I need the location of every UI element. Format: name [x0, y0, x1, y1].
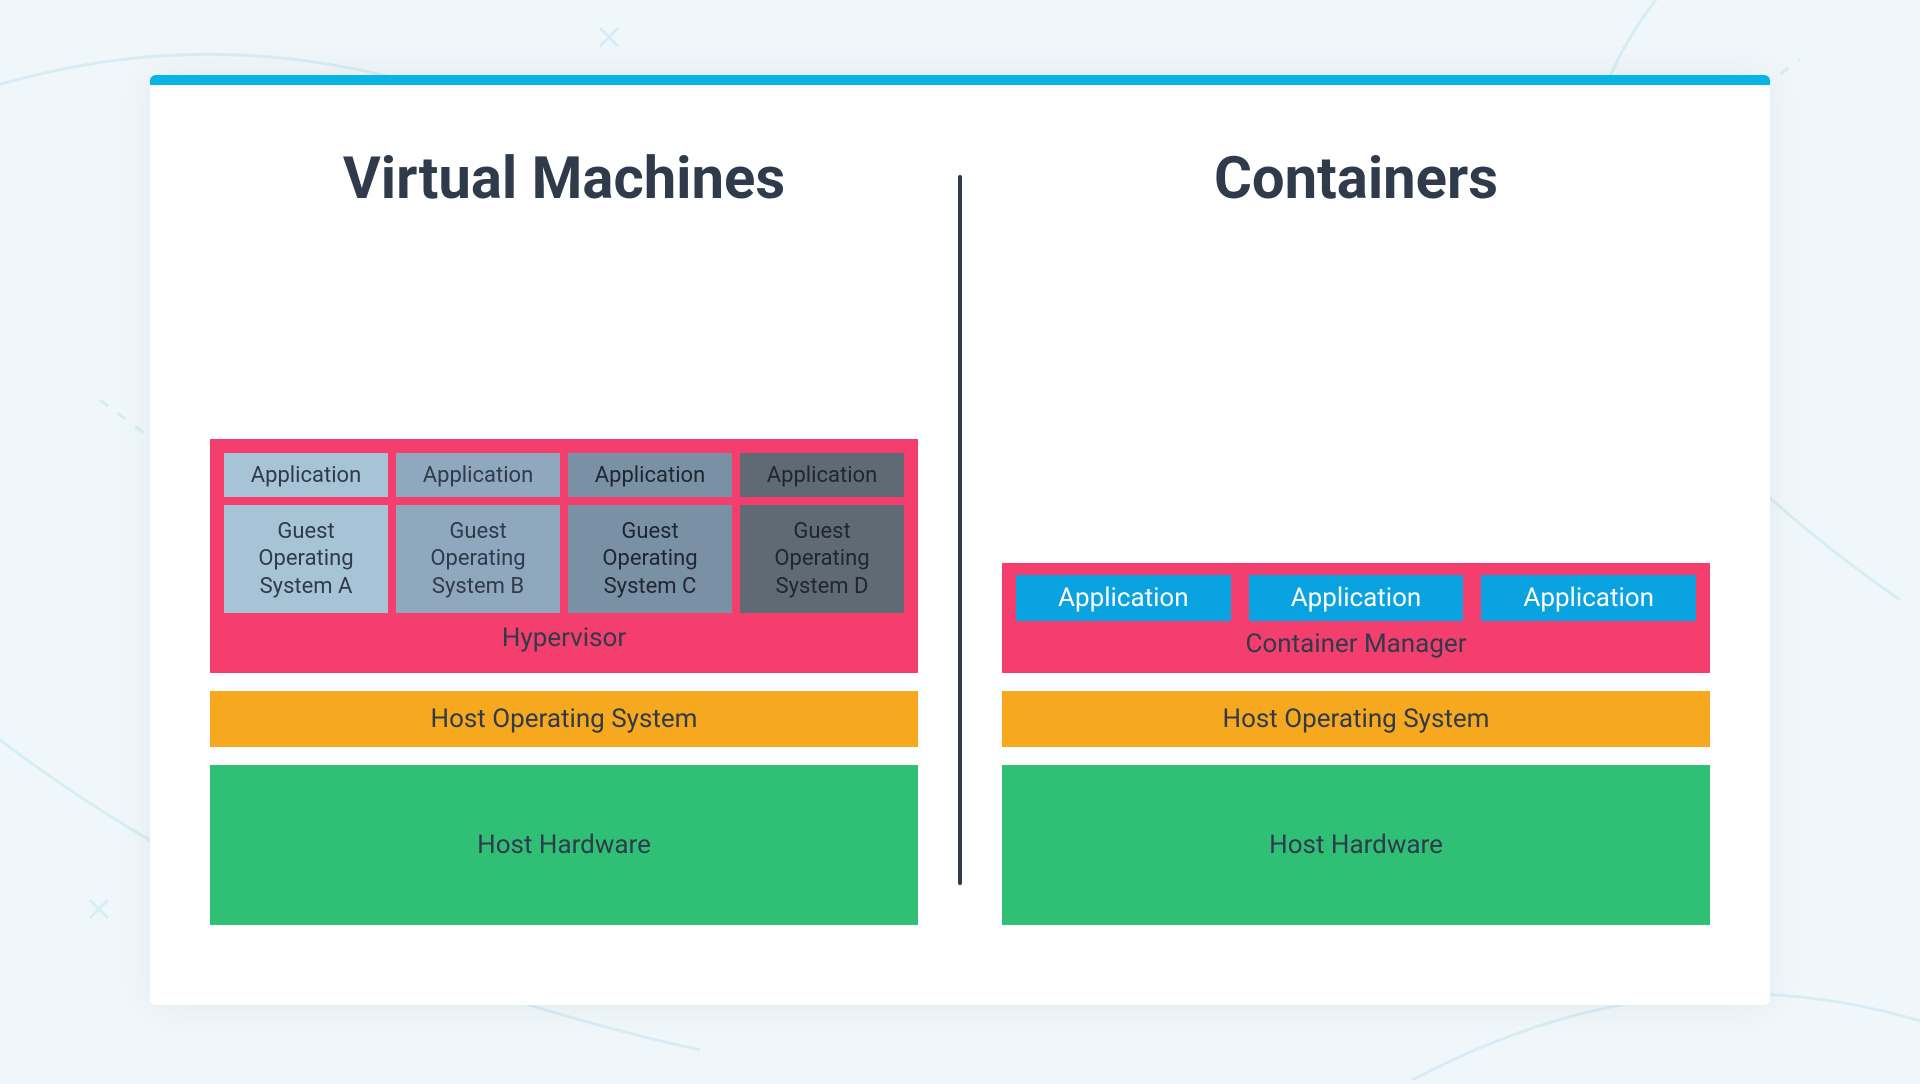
vm-os-b: Guest Operating System B — [396, 505, 560, 613]
vm-os-c: Guest Operating System C — [568, 505, 732, 613]
vm-panel: Virtual Machines Application Application… — [180, 145, 948, 925]
vm-os-row: Guest Operating System A Guest Operating… — [224, 505, 904, 613]
containers-host-hw-layer: Host Hardware — [1002, 765, 1710, 925]
vm-app-d: Application — [740, 453, 904, 497]
vm-app-a: Application — [224, 453, 388, 497]
container-app-3: Application — [1481, 575, 1696, 621]
container-app-1: Application — [1016, 575, 1231, 621]
vm-app-row: Application Application Application Appl… — [224, 453, 904, 497]
hypervisor-layer: Application Application Application Appl… — [210, 439, 918, 673]
containers-host-os-layer: Host Operating System — [1002, 691, 1710, 747]
containers-title: Containers — [1214, 145, 1498, 213]
container-apps-row: Application Application Application — [1016, 575, 1696, 627]
vm-host-hw-layer: Host Hardware — [210, 765, 918, 925]
comparison-card: Virtual Machines Application Application… — [150, 75, 1770, 1005]
container-manager-label: Container Manager — [1016, 627, 1696, 661]
containers-panel: Containers Application Application Appli… — [972, 145, 1740, 925]
vm-stack: Application Application Application Appl… — [200, 233, 928, 925]
containers-stack: Application Application Application Cont… — [992, 233, 1720, 925]
vm-os-a: Guest Operating System A — [224, 505, 388, 613]
vm-host-os-layer: Host Operating System — [210, 691, 918, 747]
hypervisor-label: Hypervisor — [224, 613, 904, 655]
vm-app-c: Application — [568, 453, 732, 497]
vertical-divider — [958, 175, 962, 885]
container-app-2: Application — [1249, 575, 1464, 621]
vm-title: Virtual Machines — [343, 145, 785, 213]
container-manager-layer: Application Application Application Cont… — [1002, 563, 1710, 673]
vm-os-d: Guest Operating System D — [740, 505, 904, 613]
vm-app-b: Application — [396, 453, 560, 497]
